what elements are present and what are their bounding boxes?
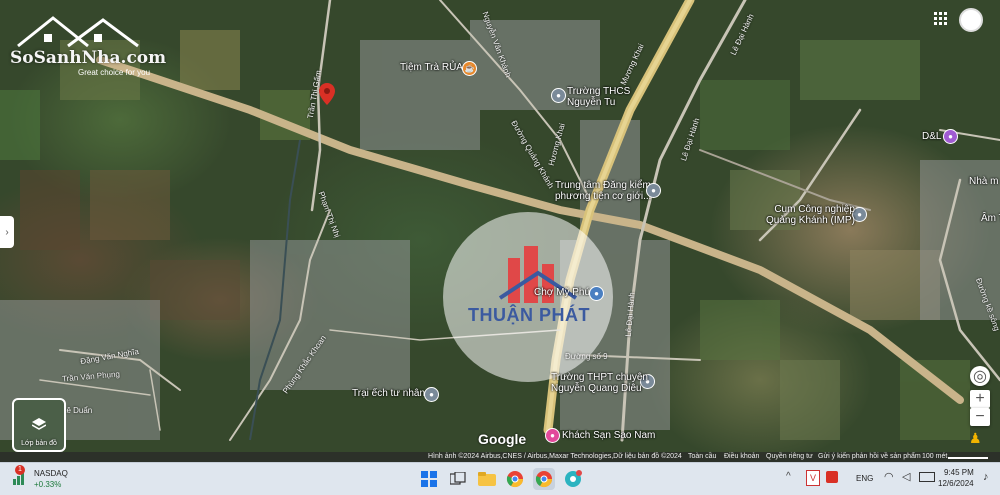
attribution-imagery: Hình ảnh ©2024 Airbus,CNES / Airbus,Maxa… — [428, 453, 682, 460]
watermark-brand: THUẬN PHÁT — [468, 305, 590, 325]
road-duong-so-9: Đường số 9 — [565, 352, 608, 361]
market-icon[interactable]: ● — [589, 286, 604, 301]
attribution-terms[interactable]: Điều khoản — [724, 453, 759, 460]
attribution-bar: Hình ảnh ©2024 Airbus,CNES / Airbus,Maxa… — [0, 452, 1000, 462]
attribution-zoom[interactable]: Toàn cầu — [688, 453, 716, 460]
stock-name[interactable]: NASDAQ — [34, 469, 68, 478]
attribution-scale[interactable]: 100 mét — [922, 453, 947, 460]
place-d-l[interactable]: D&L — [922, 131, 941, 142]
input-language[interactable]: ENG — [856, 474, 873, 483]
apps-grid-icon[interactable] — [934, 12, 948, 26]
battery-icon[interactable] — [919, 472, 935, 482]
layers-icon — [32, 418, 46, 430]
satellite-map[interactable]: SoSanhNha.com Great choice for you THUẬN… — [0, 0, 1000, 462]
attribution-feedback[interactable]: Gửi ý kiến phản hồi về sản phẩm — [818, 453, 921, 460]
place-cho[interactable]: Chợ Mỹ Phú — [534, 287, 590, 298]
hotel-icon[interactable]: ● — [545, 428, 560, 443]
task-view-icon[interactable] — [447, 468, 469, 490]
coccoc-icon[interactable] — [562, 468, 584, 490]
layer-switcher-button[interactable]: Lớp bản đồ — [12, 398, 66, 452]
cafe-icon[interactable]: ☕ — [462, 61, 477, 76]
school-icon[interactable]: ● — [551, 88, 566, 103]
scale-bar — [948, 457, 988, 459]
show-hidden-icons-icon[interactable]: ^ — [786, 471, 791, 482]
government-icon[interactable]: ● — [646, 183, 661, 198]
chrome-icon[interactable] — [504, 468, 526, 490]
app-tray-icon[interactable] — [826, 471, 838, 483]
layer-button-label: Lớp bản đồ — [21, 440, 57, 447]
collapse-panel-button[interactable]: › — [0, 216, 14, 248]
windows-taskbar: 1 NASDAQ +0.33% ^ V ENG ◠ ◁ 9:45 PM 12/6… — [0, 462, 1000, 495]
place-truong-thpt[interactable]: Trường THPT chuyên Nguyễn Quang Diêu — [551, 372, 648, 394]
logo-tagline: Great choice for you — [78, 68, 151, 77]
place-trung-tam[interactable]: Trung tâm Đăng kiểm phương tiện cơ giới.… — [555, 180, 651, 202]
logo-brand: SoSanhNha.com — [10, 48, 167, 68]
account-avatar[interactable] — [959, 8, 983, 32]
google-logo: Google — [478, 431, 527, 447]
location-pin-icon[interactable] — [319, 83, 335, 105]
vietkey-icon[interactable]: V — [806, 470, 820, 486]
place-truong-thcs[interactable]: Trường THCS Nguyễn Tu — [567, 86, 630, 108]
zoom-in-button[interactable]: + — [970, 390, 990, 408]
clock-date[interactable]: 12/6/2024 — [938, 479, 974, 488]
place-nha-m[interactable]: Nhà m — [969, 176, 998, 187]
road-le-duan: Lê Duẩn — [62, 406, 93, 415]
farm-icon[interactable]: ● — [424, 387, 439, 402]
place-trai-ech[interactable]: Trại ếch tư nhân — [352, 388, 425, 399]
place-cum-cong-nghiep[interactable]: Cụm Công nghiệp Quảng Khánh (IMP) — [766, 204, 855, 226]
place-am[interactable]: Âm T — [981, 213, 1000, 224]
shop-icon[interactable]: ● — [943, 129, 958, 144]
place-tiem-tra[interactable]: Tiệm Trà RỦA — [400, 62, 463, 73]
pegman-icon[interactable]: ♟ — [969, 430, 983, 448]
windows-start-icon[interactable] — [418, 468, 440, 490]
file-explorer-icon[interactable] — [476, 468, 498, 490]
chrome-active-icon[interactable] — [533, 468, 555, 490]
my-location-icon[interactable]: ◎ — [970, 366, 990, 386]
zoom-out-button[interactable]: − — [970, 408, 990, 426]
stock-change[interactable]: +0.33% — [34, 480, 61, 489]
clock-time[interactable]: 9:45 PM — [944, 468, 974, 477]
notifications-bell-icon[interactable]: ♪ — [983, 471, 989, 483]
volume-icon[interactable]: ◁ — [902, 470, 910, 483]
place-khach-san[interactable]: Khách Sạn Sao Nam — [562, 430, 655, 441]
attribution-privacy[interactable]: Quyền riêng tư — [766, 453, 813, 460]
notification-badge: 1 — [15, 465, 25, 475]
wifi-icon[interactable]: ◠ — [884, 470, 894, 483]
